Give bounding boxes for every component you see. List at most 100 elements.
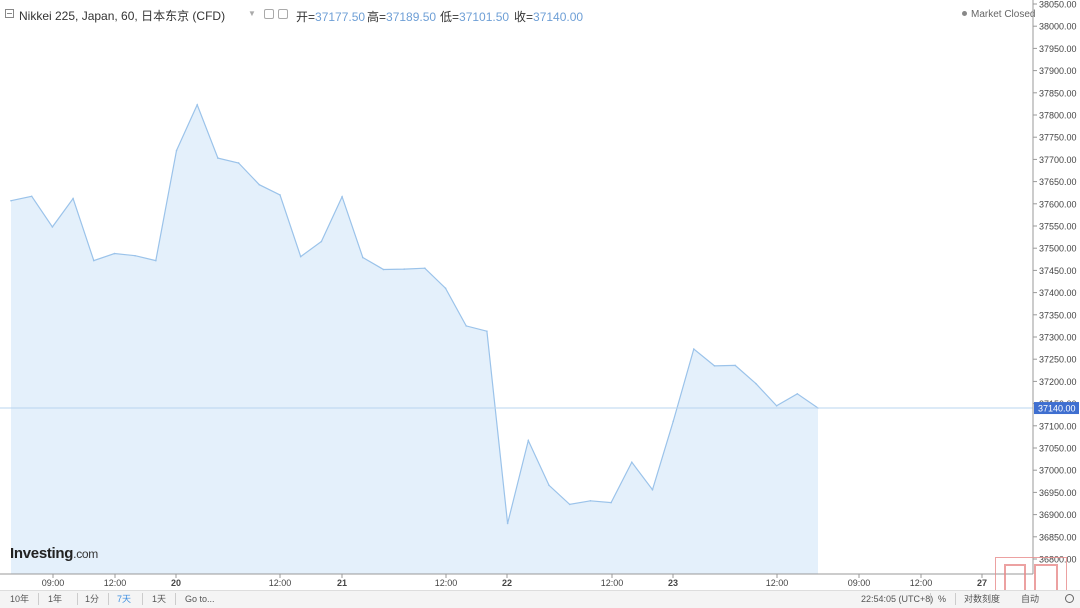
data-point <box>424 267 426 269</box>
data-point <box>693 348 695 350</box>
data-point <box>51 226 54 228</box>
x-tick-label: 20 <box>171 578 181 588</box>
data-point <box>589 500 592 502</box>
y-tick-label: 37250.00 <box>1039 355 1077 365</box>
data-point <box>10 199 12 202</box>
y-tick-label: 37100.00 <box>1039 421 1077 431</box>
data-point <box>217 157 219 159</box>
divider <box>955 593 956 605</box>
x-tick-label: 12:00 <box>104 578 127 588</box>
last-price-badge: 37140.00 <box>1034 402 1079 415</box>
data-point <box>237 162 240 164</box>
auto-scale-toggle[interactable]: 自动 <box>1021 593 1039 605</box>
divider <box>77 593 78 605</box>
data-point <box>72 197 74 200</box>
range-1y-button[interactable]: 1年 <box>44 593 66 605</box>
data-point <box>548 484 550 487</box>
y-tick-label: 37400.00 <box>1039 288 1077 298</box>
data-point <box>361 256 364 259</box>
y-tick-label: 37600.00 <box>1039 199 1077 209</box>
x-tick-label: 12:00 <box>435 578 458 588</box>
data-point <box>30 195 33 198</box>
y-tick-label: 37550.00 <box>1039 222 1077 232</box>
data-point <box>299 255 302 258</box>
y-tick-label: 37950.00 <box>1039 44 1077 54</box>
data-point <box>527 439 530 442</box>
data-point <box>279 194 281 196</box>
x-tick-label: 12:00 <box>766 578 789 588</box>
data-point <box>444 287 447 289</box>
data-point <box>196 103 199 106</box>
range-10y-button[interactable]: 10年 <box>6 593 33 605</box>
y-tick-label: 37300.00 <box>1039 333 1077 343</box>
y-tick-label: 37200.00 <box>1039 377 1077 387</box>
y-tick-label: 37050.00 <box>1039 444 1077 454</box>
x-tick-label: 09:00 <box>848 578 871 588</box>
last-price-badge-label: 37140.00 <box>1038 404 1076 414</box>
price-chart[interactable]: 36800.0036850.0036900.0036950.0037000.00… <box>0 0 1080 590</box>
y-tick-label: 37900.00 <box>1039 66 1077 76</box>
log-scale-toggle[interactable]: 对数刻度 <box>964 593 1000 605</box>
data-point <box>175 149 178 152</box>
x-tick-label: 12:00 <box>269 578 292 588</box>
divider <box>930 593 931 605</box>
y-axis-ticks: 36800.0036850.0036900.0036950.0037000.00… <box>1033 0 1077 565</box>
y-tick-label: 37800.00 <box>1039 111 1077 121</box>
data-point <box>796 393 799 395</box>
data-point <box>382 268 385 271</box>
x-tick-label: 22 <box>502 578 512 588</box>
data-point <box>713 365 716 367</box>
y-tick-label: 37700.00 <box>1039 155 1077 165</box>
data-point <box>651 488 654 491</box>
gear-icon[interactable] <box>1065 594 1074 603</box>
divider <box>142 593 143 605</box>
divider <box>175 593 176 605</box>
data-point <box>341 195 343 198</box>
data-point <box>134 254 136 257</box>
data-point <box>113 252 116 255</box>
x-tick-label: 12:00 <box>910 578 933 588</box>
y-tick-label: 37450.00 <box>1039 266 1077 276</box>
y-tick-label: 37850.00 <box>1039 88 1077 98</box>
divider <box>38 593 39 605</box>
data-point <box>755 382 757 385</box>
data-point <box>465 325 468 327</box>
data-point <box>610 501 612 504</box>
y-tick-label: 37650.00 <box>1039 177 1077 187</box>
y-tick-label: 36900.00 <box>1039 510 1077 520</box>
y-tick-label: 37350.00 <box>1039 310 1077 320</box>
y-tick-label: 37750.00 <box>1039 133 1077 143</box>
x-axis-ticks: 09:00 12:00 20 12:00 21 12:00 22 12:00 23 12:00 09… <box>42 574 987 588</box>
range-1d-button[interactable]: 1天 <box>148 593 170 605</box>
y-tick-label: 36850.00 <box>1039 532 1077 542</box>
y-tick-label: 36950.00 <box>1039 488 1077 498</box>
data-point <box>672 420 674 423</box>
y-tick-label: 38000.00 <box>1039 22 1077 32</box>
data-point <box>320 240 323 243</box>
data-point <box>486 330 488 333</box>
x-tick-label: 21 <box>337 578 347 588</box>
data-point <box>155 259 157 262</box>
y-tick-label: 37500.00 <box>1039 244 1077 254</box>
data-point <box>92 259 95 262</box>
data-point <box>403 268 405 270</box>
clock: 22:54:05 (UTC+8) <box>861 594 934 604</box>
goto-button[interactable]: Go to... <box>181 593 219 605</box>
divider <box>108 593 109 605</box>
range-1m-button[interactable]: 1分 <box>81 593 103 605</box>
x-tick-label: 12:00 <box>601 578 624 588</box>
x-tick-label: 27 <box>977 578 987 588</box>
data-point <box>775 405 778 407</box>
percent-toggle[interactable]: % <box>938 593 946 605</box>
x-tick-label: 09:00 <box>42 578 65 588</box>
data-point <box>506 522 509 525</box>
data-point <box>734 364 737 367</box>
data-point <box>258 183 261 186</box>
bottom-toolbar: 10年 1年 1分 7天 1天 Go to... 22:54:05 (UTC+8… <box>0 590 1080 608</box>
range-7d-button[interactable]: 7天 <box>113 593 135 605</box>
y-tick-label: 38050.00 <box>1039 0 1077 10</box>
data-point <box>630 461 633 464</box>
data-point <box>568 503 571 506</box>
investing-logo: Investing.com <box>10 545 98 562</box>
price-area-fill <box>11 104 818 575</box>
